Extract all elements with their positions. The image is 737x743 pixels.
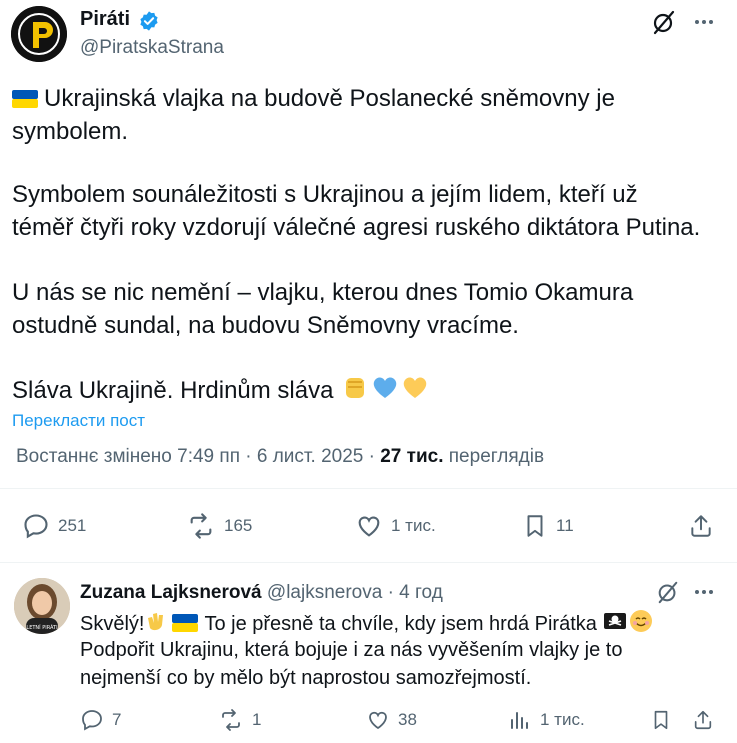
reply-author-avatar[interactable]: LETNÍ PIRÁTI [14,578,70,634]
translate-post-link[interactable]: Перекласти пост [12,411,145,431]
reply-share-button[interactable] [692,708,714,732]
raised-fist-emoji-icon [340,372,370,411]
share-button[interactable] [688,512,714,540]
post-timestamp[interactable]: Востаннє змінено 7:49 пп · 6 лист. 2025 … [16,446,375,467]
reply-text-segment: To je přesně ta chvíle, kdy jsem hrdá Pi… [204,613,597,635]
views-label: переглядів [448,446,545,467]
reply-like-button[interactable]: 38 [366,708,417,732]
repost-button[interactable]: 165 [186,512,252,540]
post-text-line-3: Symbolem sounáležitosti s Ukrajinou a je… [12,181,638,208]
ukraine-flag-icon [172,612,199,632]
post-text-line-7: Sláva Ukrajině. Hrdinům sláva [12,372,430,411]
post-meta: Востаннє змінено 7:49 пп · 6 лист. 2025 … [16,446,544,468]
post-author-name[interactable]: Piráti [80,8,130,31]
yellow-heart-emoji-icon [400,372,430,411]
bookmark-icon [654,710,668,730]
reply-button[interactable]: 251 [22,512,86,540]
share-icon [691,515,711,537]
post-text-line-2: symbolem. [12,118,129,145]
reply-reply-count: 7 [112,710,122,729]
post-text-line-1: Ukrajinská vlajka na budově Poslanecké s… [44,85,615,112]
post-text-line-6: ostudně sundal, na budovu Sněmovny vrací… [12,312,519,339]
pirate-party-logo [11,6,67,62]
reply-author-name[interactable]: Zuzana Lajksnerová [80,582,262,603]
like-count: 1 тис. [391,516,436,535]
smiling-face-emoji-icon [628,608,654,642]
repost-icon [222,709,240,731]
grok-icon[interactable] [650,8,678,36]
like-button[interactable]: 1 тис. [355,512,436,540]
views-count: 27 тис. [380,446,444,467]
reply-text-line-3: nejmenší co by mělo být naprostou samozř… [80,667,532,689]
share-icon [694,710,712,730]
avatar-photo: LETNÍ PIRÁTI [14,578,70,634]
post-author-handle[interactable]: @PiratskaStrana [80,37,224,59]
like-icon [369,711,387,730]
reply-icon [82,710,102,731]
verified-badge-icon [138,10,160,32]
like-icon [358,516,380,537]
reply-text-line-2: Podpořit Ukrajinu, která bojuje i za nás… [80,639,623,661]
views-icon [511,712,528,729]
reply-repost-count: 1 [252,710,262,729]
divider [0,562,737,563]
svg-text:LETNÍ PIRÁTI: LETNÍ PIRÁTI [26,624,57,631]
reply-text-segment: Skvělý! [80,613,145,635]
post-text-line-5: U nás se nic nemění – vlajku, kterou dne… [12,279,634,306]
reply-like-count: 38 [398,710,417,729]
post-text-line: Ukrajinská vlajka na budově Poslanecké s… [12,82,615,115]
bookmark-button[interactable]: 11 [522,512,574,540]
reply-bookmark-button[interactable] [650,708,672,732]
reply-repost-button[interactable]: 1 [218,708,261,732]
more-icon[interactable] [690,578,718,606]
blue-heart-emoji-icon [370,372,400,411]
repost-count: 165 [224,516,253,535]
post-text-line-7-text: Sláva Ukrajině. Hrdinům sláva [12,377,334,404]
reply-reply-button[interactable]: 7 [80,708,121,732]
reply-icon [24,514,48,539]
repost-icon [190,513,212,539]
reply-views-button[interactable]: 1 тис. [508,708,585,732]
divider [0,488,737,489]
grok-icon[interactable] [654,578,682,606]
bookmark-icon [527,515,543,537]
reply-author: Zuzana Lajksnerová @lajksnerova · 4 год [80,582,443,604]
bookmark-count: 11 [556,516,574,535]
reply-author-handle[interactable]: @lajksnerova · 4 год [267,582,443,603]
ukraine-flag-icon [12,84,38,108]
reply-count: 251 [58,516,87,535]
more-icon[interactable] [690,8,718,36]
author-avatar[interactable] [11,6,67,62]
reply-views-count: 1 тис. [540,710,585,729]
post-text-line-4: téměř čtyři roky vzdorují válečné agresi… [12,214,701,241]
